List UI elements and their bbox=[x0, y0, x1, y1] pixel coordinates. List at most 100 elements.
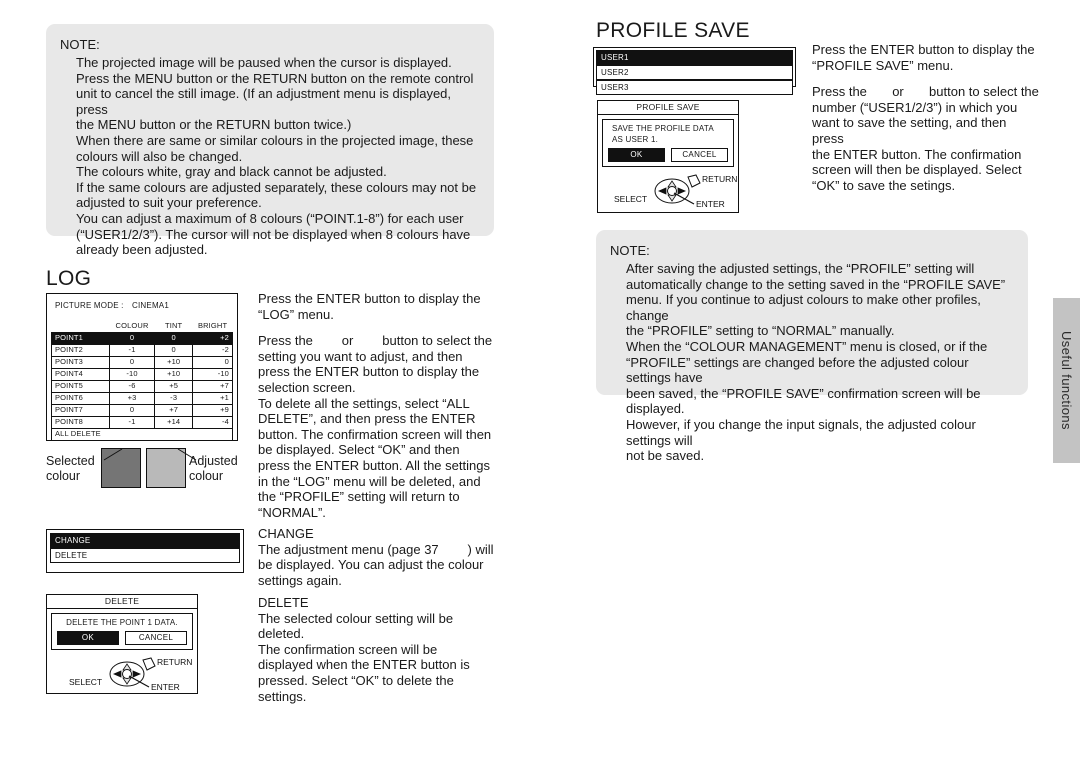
profile-save-text-column: Press the ENTER button to display the “P… bbox=[812, 42, 1040, 193]
profile-paragraph: Press the ENTER button to display the “P… bbox=[812, 42, 1035, 73]
navpad-svg: RETURN ENTER SELECT bbox=[69, 657, 192, 692]
dialog-inner: DELETE THE POINT 1 DATA. OK CANCEL bbox=[51, 613, 193, 650]
table-row[interactable]: POINT7 0 +7 +9 bbox=[51, 403, 233, 417]
table-row[interactable]: POINT1 0 0 +2 bbox=[51, 331, 233, 345]
side-tab-label: Useful functions bbox=[1059, 331, 1074, 430]
log-paragraph: Press the ENTER button to display the “L… bbox=[258, 291, 481, 322]
note-line: The colours white, gray and black cannot… bbox=[76, 164, 387, 180]
profile-paragraph: Press the or button to select the number… bbox=[812, 84, 1039, 193]
log-text-column: Press the ENTER button to display the “L… bbox=[258, 291, 500, 520]
user-list-item-user3[interactable]: USER3 bbox=[596, 80, 793, 95]
picture-mode-line: PICTURE MODE : CINEMA1 bbox=[51, 298, 233, 311]
point-label: POINT2 bbox=[51, 343, 110, 357]
picture-mode-value: CINEMA1 bbox=[132, 301, 169, 310]
side-tab-useful-functions: Useful functions bbox=[1053, 298, 1080, 463]
note-line: When there are same or similar colours i… bbox=[76, 132, 474, 164]
delete-body: The selected colour setting will be dele… bbox=[258, 610, 470, 704]
menu-item-delete[interactable]: DELETE bbox=[50, 548, 240, 563]
ok-button[interactable]: OK bbox=[57, 631, 119, 645]
enter-label: ENTER bbox=[696, 199, 725, 209]
dialog-title: DELETE bbox=[47, 595, 197, 609]
note-line: The projected image will be paused when … bbox=[76, 55, 452, 70]
user-list-item-user2[interactable]: USER2 bbox=[596, 65, 793, 80]
return-label: RETURN bbox=[702, 174, 737, 184]
table-row[interactable]: POINT3 0 +10 0 bbox=[51, 355, 233, 369]
colour-value: +3 bbox=[108, 391, 156, 405]
select-label: SELECT bbox=[614, 194, 647, 204]
note-line: If the same colours are adjusted separat… bbox=[76, 179, 477, 211]
user-list-item-user1[interactable]: USER1 bbox=[596, 50, 793, 65]
colour-value: 0 bbox=[108, 403, 156, 417]
log-paragraph: Press the or button to select the settin… bbox=[258, 333, 493, 395]
note-box-top: NOTE: The projected image will be paused… bbox=[46, 24, 494, 257]
dialog-title: PROFILE SAVE bbox=[598, 101, 738, 115]
bright-value: +7 bbox=[192, 379, 233, 393]
note-line: Press the MENU button or the RETURN butt… bbox=[76, 70, 474, 133]
section-heading-log: LOG bbox=[46, 267, 92, 290]
table-row[interactable]: POINT8 -1 +14 -4 bbox=[51, 415, 233, 429]
delete-section: DELETE The selected colour setting will … bbox=[258, 595, 500, 704]
dialog-button-row: OK CANCEL bbox=[57, 631, 187, 645]
navpad-illustration: RETURN ENTER SELECT bbox=[47, 654, 197, 694]
point-label: POINT5 bbox=[51, 379, 110, 393]
change-section: CHANGE The adjustment menu (page 37 ) wi… bbox=[258, 526, 500, 588]
point-label: POINT8 bbox=[51, 415, 110, 429]
dialog-inner: SAVE THE PROFILE DATA AS USER 1. OK CANC… bbox=[602, 119, 734, 167]
tint-value: +7 bbox=[154, 403, 194, 417]
tint-value: +5 bbox=[154, 379, 194, 393]
table-row[interactable]: POINT2 -1 0 -2 bbox=[51, 343, 233, 357]
cancel-button[interactable]: CANCEL bbox=[671, 148, 728, 162]
selected-colour-swatch bbox=[101, 448, 141, 488]
ok-button[interactable]: OK bbox=[608, 148, 665, 162]
bright-value: +2 bbox=[192, 331, 233, 345]
tint-value: 0 bbox=[154, 331, 194, 345]
tint-value: 0 bbox=[154, 343, 194, 357]
navpad-svg: RETURN ENTER SELECT bbox=[614, 174, 737, 209]
colour-value: 0 bbox=[108, 331, 156, 345]
cancel-button[interactable]: CANCEL bbox=[125, 631, 187, 645]
colour-value: -6 bbox=[108, 379, 156, 393]
table-row[interactable]: POINT4 -10 +10 -10 bbox=[51, 367, 233, 381]
selected-colour-label: Selected colour bbox=[46, 454, 95, 483]
log-osd-screen: PICTURE MODE : CINEMA1 COLOUR TINT BRIGH… bbox=[46, 293, 238, 441]
table-row[interactable]: ALL DELETE bbox=[51, 427, 233, 441]
point-label: POINT7 bbox=[51, 403, 110, 417]
delete-heading: DELETE bbox=[258, 595, 309, 610]
colour-value: -1 bbox=[108, 415, 156, 429]
note-line: After saving the adjusted settings, the … bbox=[626, 261, 1006, 339]
bright-value: -10 bbox=[192, 367, 233, 381]
col-header-blank bbox=[52, 320, 110, 332]
bright-value: +9 bbox=[192, 403, 233, 417]
colour-value: -1 bbox=[108, 343, 156, 357]
note-line: When the “COLOUR MANAGEMENT” menu is clo… bbox=[626, 338, 988, 464]
all-delete-row[interactable]: ALL DELETE bbox=[51, 427, 233, 441]
select-label: SELECT bbox=[69, 677, 102, 687]
log-table: COLOUR TINT BRIGHT POINT1 0 0 +2 POINT2 -1 0 -2… bbox=[51, 320, 233, 441]
bright-value: -2 bbox=[192, 343, 233, 357]
tint-value: +14 bbox=[154, 415, 194, 429]
profile-save-dialog: PROFILE SAVE SAVE THE PROFILE DATA AS US… bbox=[597, 100, 739, 213]
colour-value: -10 bbox=[108, 367, 156, 381]
change-delete-osd-menu: CHANGE DELETE bbox=[46, 529, 244, 573]
menu-item-change[interactable]: CHANGE bbox=[50, 533, 240, 548]
note-title: NOTE: bbox=[610, 243, 650, 258]
bright-value: -4 bbox=[192, 415, 233, 429]
point-label: POINT4 bbox=[51, 367, 110, 381]
table-header-row: COLOUR TINT BRIGHT bbox=[52, 320, 233, 332]
dialog-message: SAVE THE PROFILE DATA AS USER 1. bbox=[612, 124, 714, 144]
point-label: POINT3 bbox=[51, 355, 110, 369]
log-paragraph: To delete all the settings, select “ALL … bbox=[258, 395, 492, 520]
enter-label: ENTER bbox=[151, 682, 180, 692]
user-list-osd: USER1 USER2 USER3 bbox=[593, 47, 796, 95]
colour-value: 0 bbox=[108, 355, 156, 369]
col-header-tint: TINT bbox=[165, 320, 183, 330]
dialog-message: DELETE THE POINT 1 DATA. bbox=[66, 618, 178, 627]
col-header-bright: BRIGHT bbox=[197, 320, 228, 330]
note-line: You can adjust a maximum of 8 colours (“… bbox=[76, 210, 471, 258]
note-box-bottom: NOTE: After saving the adjusted settings… bbox=[596, 230, 1028, 463]
table-row[interactable]: POINT5 -6 +5 +7 bbox=[51, 379, 233, 393]
adjusted-colour-label: Adjusted colour bbox=[189, 454, 238, 483]
table-row[interactable]: POINT6 +3 -3 +1 bbox=[51, 391, 233, 405]
tint-value: +10 bbox=[154, 367, 194, 381]
note-title: NOTE: bbox=[60, 37, 100, 52]
